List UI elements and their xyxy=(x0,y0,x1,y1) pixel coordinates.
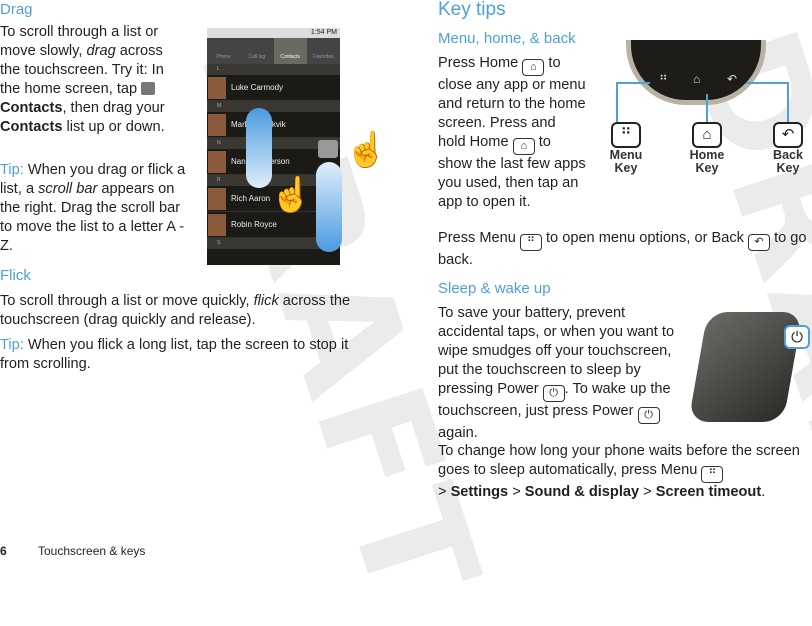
power-key-icon: ⏻ xyxy=(542,385,565,402)
tab-phone: Phone xyxy=(216,54,231,60)
tab-contacts: Contacts xyxy=(273,38,307,64)
menu-key-label: Menu Key xyxy=(609,148,643,175)
contacts-icon xyxy=(141,82,156,95)
back-key-icon: ↶ xyxy=(748,234,770,251)
hand-icon: ☝ xyxy=(270,176,313,214)
drag-down-arrow xyxy=(316,162,342,252)
home-key-icon: ⌂ xyxy=(522,59,545,76)
page-number: 6 xyxy=(0,544,7,558)
menu-key-icon: ⠛ xyxy=(519,234,542,251)
home-key-icon: ⌂ xyxy=(512,138,535,155)
phone-tabs: Phone Call log Contacts Favorites xyxy=(207,38,340,64)
hand-icon: ☝ xyxy=(345,131,388,169)
drag-paragraph: To scroll through a list or move slowly,… xyxy=(0,24,165,135)
back-key-label: Back Key xyxy=(773,148,803,175)
drag-up-arrow xyxy=(246,108,272,188)
menu-key-icon: ⠛ xyxy=(611,122,641,148)
sleep-paragraph: To save your battery, prevent accidental… xyxy=(438,305,675,441)
menu-home-back-paragraph: Press Home ⌂ to close any app or menu an… xyxy=(438,55,586,210)
flick-tip: Tip: When you flick a long list, tap the… xyxy=(0,337,349,372)
tab-call-log: Call log xyxy=(248,54,266,60)
scroll-bar-handle xyxy=(318,140,338,158)
home-key-icon: ⌂ xyxy=(692,122,722,148)
section-header: M xyxy=(207,101,340,112)
menu-key-icon: ⠛ xyxy=(701,466,724,483)
contact-row: Marlene Bukvik xyxy=(207,112,340,138)
section-name: Touchscreen & keys xyxy=(38,544,146,558)
drag-heading: Drag xyxy=(0,1,33,18)
drag-tip: Tip: When you drag or flick a list, a sc… xyxy=(0,162,186,254)
tab-favorites: Favorites xyxy=(313,54,334,60)
home-key-label: Home Key xyxy=(689,148,725,175)
contact-row: Luke Carmody xyxy=(207,75,340,101)
status-bar: 1:54 PM xyxy=(207,28,340,38)
menu-back-paragraph: Press Menu ⠛ to open menu options, or Ba… xyxy=(438,230,807,268)
screen-timeout-paragraph: To change how long your phone waits befo… xyxy=(438,443,800,500)
menu-home-back-heading: Menu, home, & back xyxy=(438,30,576,47)
power-key-icon: ⏻ xyxy=(784,325,810,349)
power-key-icon: ⏻ xyxy=(637,407,660,424)
sleep-wake-heading: Sleep & wake up xyxy=(438,280,551,297)
key-tips-title: Key tips xyxy=(438,0,506,20)
back-key-icon: ↶ xyxy=(773,122,803,148)
section-header: L xyxy=(207,64,340,75)
flick-heading: Flick xyxy=(0,267,31,284)
flick-paragraph: To scroll through a list or move quickly… xyxy=(0,293,351,328)
